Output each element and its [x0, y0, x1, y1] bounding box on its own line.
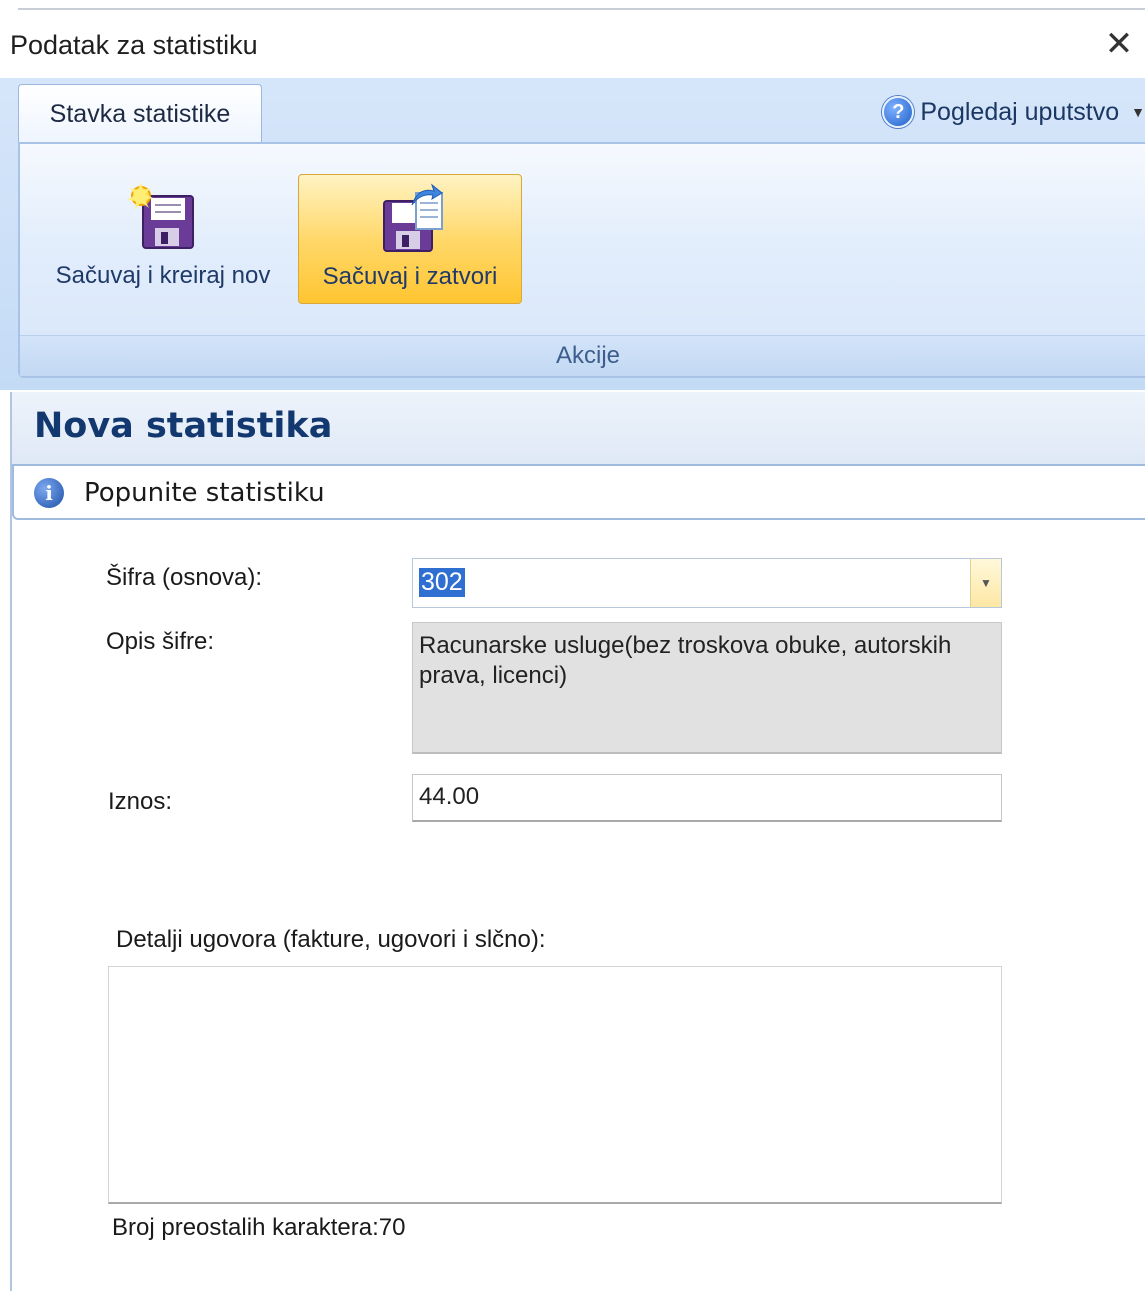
save-close-icon: [383, 183, 443, 252]
iznos-label: Iznos:: [108, 788, 173, 815]
sifra-label: Šifra (osnova):: [106, 564, 263, 591]
ribbon-group-label: Akcije: [20, 335, 1145, 376]
ribbon-panel: Sačuvaj i kreiraj nov Sačuvaj i zatvori …: [18, 142, 1145, 378]
detalji-textarea[interactable]: [108, 966, 1002, 1204]
save-new-icon: [127, 182, 194, 249]
detalji-label: Detalji ugovora (fakture, ugovori i slčn…: [116, 926, 546, 953]
opis-label: Opis šifre:: [106, 628, 215, 655]
ribbon: Stavka statistike ? Pogledaj uputstvo ▼ …: [0, 78, 1145, 390]
opis-sifre-field: Racunarske usluge(bez troskova obuke, au…: [412, 622, 1002, 754]
page-title: Nova statistika: [34, 406, 333, 446]
iznos-input[interactable]: 44.00: [412, 774, 1002, 822]
sifra-combobox[interactable]: 302 ▼: [412, 558, 1002, 608]
chevron-down-icon[interactable]: ▼: [1131, 92, 1145, 132]
title-bar: Podatak za statistiku ✕: [0, 14, 1145, 78]
dialog-window: Podatak za statistiku ✕ Stavka statistik…: [0, 0, 1145, 1291]
info-message: Popunite statistiku: [84, 478, 325, 508]
info-bar: i Popunite statistiku: [12, 464, 1145, 520]
sifra-value: 302: [419, 568, 465, 597]
help-circle-icon: ?: [882, 96, 915, 128]
close-icon[interactable]: ✕: [1099, 24, 1139, 64]
heading-band: Nova statistika: [12, 392, 1145, 464]
help-label: Pogledaj uputstvo: [920, 98, 1120, 126]
window-title: Podatak za statistiku: [10, 30, 258, 60]
tab-stavka-statistike[interactable]: Stavka statistike: [18, 84, 262, 143]
parent-window-strip: [0, 0, 1145, 14]
save-and-close-label: Sačuvaj i zatvori: [322, 263, 498, 290]
help-link[interactable]: ? Pogledaj uputstvo ▼: [882, 92, 1145, 132]
save-and-new-button[interactable]: Sačuvaj i kreiraj nov: [38, 174, 288, 302]
form-content: Nova statistika i Popunite statistiku Ši…: [10, 392, 1145, 1291]
remaining-characters: Broj preostalih karaktera:70: [112, 1214, 406, 1241]
chevron-down-icon[interactable]: ▼: [970, 559, 1001, 607]
save-and-close-button[interactable]: Sačuvaj i zatvori: [298, 174, 522, 304]
info-icon: i: [34, 478, 64, 508]
save-and-new-label: Sačuvaj i kreiraj nov: [55, 262, 271, 289]
